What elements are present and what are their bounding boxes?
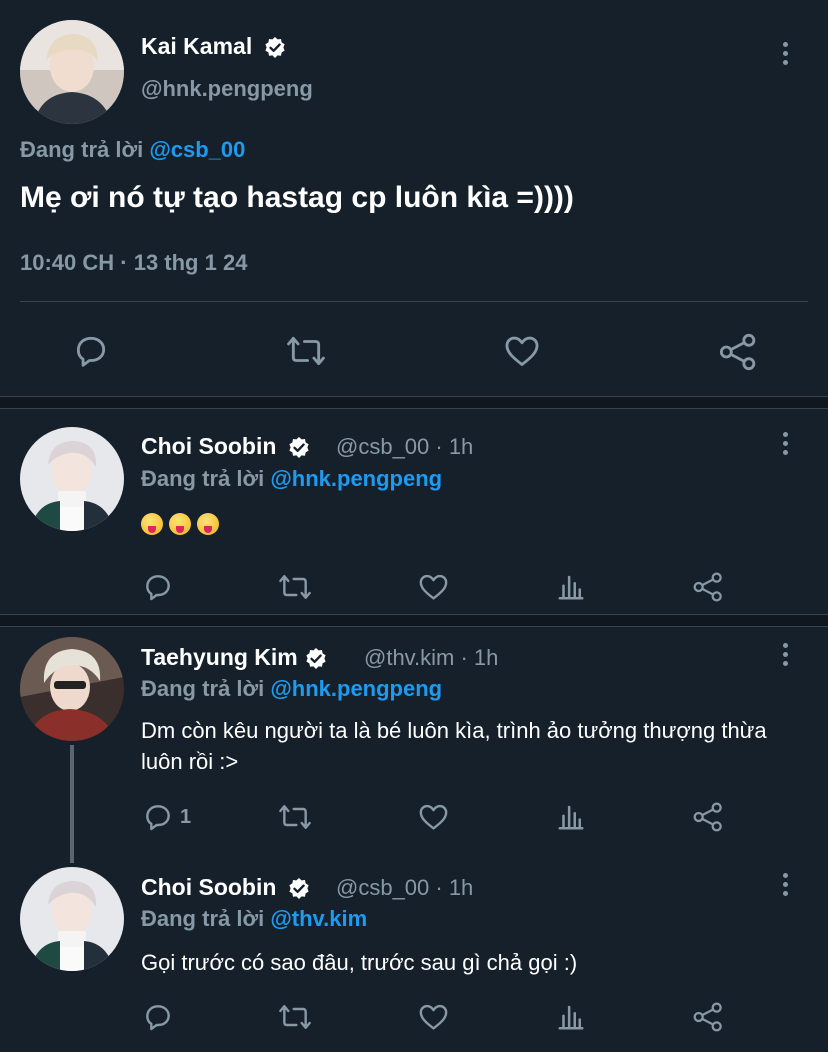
- squinting-tongue-emoji: [169, 513, 191, 535]
- share-button[interactable]: [692, 801, 724, 833]
- reply-icon: [146, 1005, 170, 1031]
- replying-to: Đang trả lời @hnk.pengpeng: [141, 466, 442, 492]
- verified-badge-icon: [265, 36, 285, 58]
- reply-button[interactable]: 1: [142, 801, 191, 833]
- like-button[interactable]: [502, 332, 542, 370]
- squinting-tongue-emoji: [141, 513, 163, 535]
- avatar-choi-soobin[interactable]: [20, 867, 124, 971]
- author-name-text[interactable]: Kai Kamal: [141, 33, 252, 59]
- reply-icon: [146, 805, 170, 831]
- more-icon[interactable]: [782, 42, 790, 69]
- replying-to: Đang trả lời @csb_00: [20, 137, 245, 163]
- reply-icon: [146, 575, 170, 601]
- replying-to-label: Đang trả lời: [141, 906, 271, 931]
- reply-button[interactable]: [72, 332, 110, 370]
- heart-icon: [419, 804, 448, 830]
- retweet-button[interactable]: [285, 332, 327, 370]
- author-name[interactable]: Kai Kamal: [141, 33, 287, 60]
- reply-author-name[interactable]: Taehyung Kim: [141, 644, 328, 671]
- analytics-button[interactable]: [556, 801, 586, 833]
- reply-text: Gọi trước có sao đâu, trước sau gì chả g…: [141, 950, 578, 975]
- verified-badge-icon: [306, 647, 326, 669]
- retweet-icon: [279, 575, 311, 599]
- avatar-choi-soobin[interactable]: [20, 427, 124, 531]
- retweet-button[interactable]: [277, 571, 313, 603]
- tweet-text: Mẹ ơi nó tự tạo hastag cp luôn kìa =)))): [20, 181, 574, 214]
- reply-icon: [76, 336, 106, 367]
- heart-icon: [419, 574, 448, 600]
- replying-to-mention[interactable]: @thv.kim: [270, 906, 367, 931]
- more-icon[interactable]: [782, 643, 790, 670]
- like-button[interactable]: [417, 571, 450, 603]
- reply-author-name[interactable]: Choi Soobin: [141, 874, 311, 901]
- retweet-button[interactable]: [277, 801, 313, 833]
- reply-author-name-text[interactable]: Choi Soobin: [141, 874, 276, 900]
- retweet-icon: [287, 336, 325, 366]
- replying-to: Đang trả lời @thv.kim: [141, 906, 367, 932]
- share-icon: [719, 333, 756, 371]
- replying-to-label: Đang trả lời: [141, 676, 271, 701]
- reply-text: 😝😝😝: [141, 513, 241, 539]
- section-separator: [0, 396, 828, 409]
- like-button[interactable]: [417, 1001, 450, 1033]
- more-icon[interactable]: [782, 873, 790, 900]
- retweet-button[interactable]: [277, 1001, 313, 1033]
- reply-author-name[interactable]: Choi Soobin: [141, 433, 311, 460]
- analytics-button[interactable]: [556, 1001, 586, 1033]
- reply-author-handle[interactable]: @csb_00 · 1h: [336, 434, 473, 460]
- like-button[interactable]: [417, 801, 450, 833]
- reply-count: 1: [180, 805, 192, 828]
- share-icon: [693, 1002, 722, 1032]
- share-icon: [693, 572, 722, 602]
- share-button[interactable]: [692, 1001, 724, 1033]
- replying-to-mention[interactable]: @hnk.pengpeng: [270, 466, 442, 491]
- share-button[interactable]: [718, 332, 758, 372]
- reply-author-handle[interactable]: @thv.kim · 1h: [364, 645, 498, 671]
- share-icon: [693, 802, 722, 832]
- replying-to-mention[interactable]: @hnk.pengpeng: [270, 676, 442, 701]
- analytics-icon: [558, 575, 584, 600]
- verified-badge-icon: [289, 877, 309, 899]
- replying-to-label: Đang trả lời: [141, 466, 271, 491]
- reply-button[interactable]: [142, 571, 180, 603]
- avatar-kai-kamal[interactable]: [20, 20, 124, 124]
- replying-to: Đang trả lời @hnk.pengpeng: [141, 676, 442, 702]
- tweet-timestamp[interactable]: 10:40 CH · 13 thg 1 24: [20, 250, 247, 276]
- avatar-taehyung-kim[interactable]: [20, 637, 124, 741]
- reply-button[interactable]: [142, 1001, 180, 1033]
- section-separator: [0, 614, 828, 627]
- reply-text: Dm còn kêu người ta là bé luôn kìa, trìn…: [141, 718, 767, 774]
- replying-to-mention[interactable]: @csb_00: [149, 137, 245, 162]
- analytics-icon: [558, 1005, 584, 1030]
- reply-author-name-text[interactable]: Taehyung Kim: [141, 644, 298, 670]
- more-icon[interactable]: [782, 432, 790, 459]
- replying-to-label: Đang trả lời: [20, 137, 150, 162]
- analytics-button[interactable]: [556, 571, 586, 603]
- reply-author-handle[interactable]: @csb_00 · 1h: [336, 875, 473, 901]
- author-handle[interactable]: @hnk.pengpeng: [141, 76, 313, 102]
- share-button[interactable]: [692, 571, 724, 603]
- analytics-icon: [558, 805, 584, 830]
- retweet-icon: [279, 805, 311, 829]
- retweet-icon: [279, 1005, 311, 1029]
- verified-badge-icon: [289, 436, 309, 458]
- thread-line: [70, 745, 74, 863]
- reply-author-name-text[interactable]: Choi Soobin: [141, 433, 276, 459]
- divider: [20, 301, 808, 302]
- heart-icon: [419, 1004, 448, 1030]
- squinting-tongue-emoji: [197, 513, 219, 535]
- heart-icon: [505, 336, 539, 366]
